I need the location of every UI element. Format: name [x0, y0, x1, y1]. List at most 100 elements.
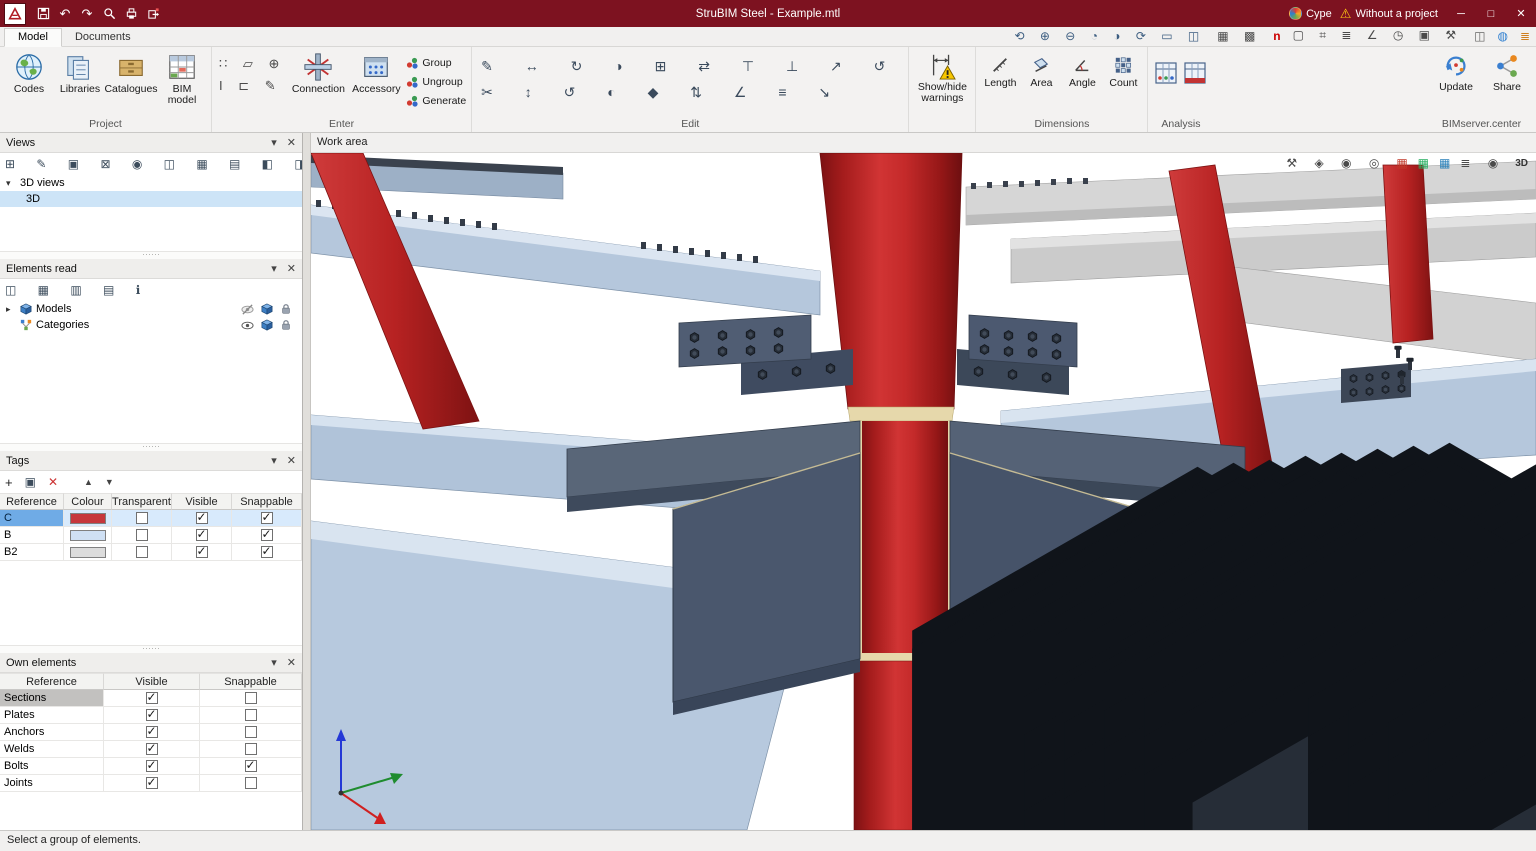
col-reference[interactable]: Reference: [0, 493, 64, 510]
analysis-results-button[interactable]: [1182, 60, 1208, 86]
show-hide-warnings-button[interactable]: Show/hide warnings: [914, 48, 970, 104]
edit-tools[interactable]: ✎ ↔ ↻ ◑ ⊞ ⇄ ⊤ ⊥ ↗ ↺ ✂ ↕ ↺ ◐ ◆ ⇅ ∠ ≡ ↘: [477, 48, 903, 101]
tab-model[interactable]: Model: [4, 28, 62, 47]
views-tree-root[interactable]: ▾ 3D views: [0, 175, 302, 191]
col-visible[interactable]: Visible: [104, 673, 200, 690]
views-collapse-icon[interactable]: ▾: [271, 136, 277, 149]
connection-button[interactable]: Connection: [290, 48, 346, 95]
col-reference[interactable]: Reference: [0, 673, 104, 690]
own-reference[interactable]: Plates: [0, 707, 104, 724]
section-tools-row1[interactable]: ∷ ▱ ⊕: [219, 56, 285, 72]
col-transparent[interactable]: Transparent: [112, 493, 172, 510]
col-snappable[interactable]: Snappable: [232, 493, 302, 510]
tab-documents[interactable]: Documents: [62, 29, 144, 46]
views-toolbar-icons[interactable]: ⊞ ✎ ▣ ⊠ ◉ ◫ ▦ ▤ ◧ ◨: [5, 157, 302, 171]
update-button[interactable]: Update: [1432, 48, 1480, 93]
codes-button[interactable]: Codes: [5, 48, 53, 95]
panel-splitter[interactable]: ⋯⋯: [0, 442, 302, 451]
own-reference[interactable]: Anchors: [0, 724, 104, 741]
colour-swatch[interactable]: [69, 512, 106, 524]
app-icon[interactable]: [4, 2, 26, 25]
lock-icon[interactable]: [280, 303, 292, 315]
share-button[interactable]: Share: [1483, 48, 1531, 93]
col-colour[interactable]: Colour: [64, 493, 112, 510]
annotation-tools-strip-b[interactable]: ▢ ⌗ ≣ ∠ ◷ ▣ ⚒: [1293, 28, 1462, 43]
3d-model-scene[interactable]: [311, 153, 1536, 830]
visibility-off-icon[interactable]: [241, 303, 254, 316]
own-row-sections[interactable]: Sections: [0, 690, 302, 707]
own-reference[interactable]: Welds: [0, 741, 104, 758]
tag-row-b2[interactable]: B2: [0, 544, 302, 561]
own-reference[interactable]: Bolts: [0, 758, 104, 775]
visible-checkbox[interactable]: [145, 758, 158, 772]
close-button[interactable]: ✕: [1506, 0, 1536, 27]
section-tools-row2[interactable]: I ⊏ ✎: [219, 78, 285, 94]
visible-checkbox[interactable]: [145, 724, 158, 738]
edit-tools-row2[interactable]: ✂ ↕ ↺ ◐ ◆ ⇅ ∠ ≡ ↘: [481, 84, 899, 101]
snappable-checkbox[interactable]: [244, 743, 257, 755]
own-reference[interactable]: Joints: [0, 775, 104, 792]
redo-button[interactable]: ↷: [77, 4, 97, 24]
move-down-button[interactable]: ▼: [105, 477, 114, 487]
visible-checkbox[interactable]: [145, 741, 158, 755]
tag-reference[interactable]: B2: [0, 544, 64, 561]
snappable-checkbox[interactable]: [244, 758, 257, 772]
cype-account-button[interactable]: Cype: [1289, 7, 1332, 20]
elements-row-categories[interactable]: Categories: [0, 317, 302, 333]
count-button[interactable]: Count: [1104, 48, 1142, 89]
project-status[interactable]: ⚠ Without a project: [1340, 6, 1438, 22]
window-layout-icon[interactable]: ◫: [1474, 29, 1485, 43]
navigation-tools-strip[interactable]: ⟲ ⊕ ⊖ ◔ ◑ ⟳ ▭ ◫: [1015, 29, 1206, 43]
panel-splitter[interactable]: ⋯⋯: [0, 644, 302, 653]
viewport-tools-a[interactable]: ⚒ ◈ ◉ ◎: [1286, 156, 1386, 170]
ungroup-button[interactable]: Ungroup: [406, 72, 466, 91]
tag-reference[interactable]: B: [0, 527, 64, 544]
catalogues-button[interactable]: Catalogues: [104, 48, 158, 95]
print-button[interactable]: [121, 4, 141, 24]
own-row-welds[interactable]: Welds: [0, 741, 302, 758]
transparent-checkbox[interactable]: [135, 546, 148, 558]
views-toolbar[interactable]: ⊞ ✎ ▣ ⊠ ◉ ◫ ▦ ▤ ◧ ◨: [0, 153, 302, 175]
tag-reference[interactable]: C: [0, 510, 64, 527]
own-row-bolts[interactable]: Bolts: [0, 758, 302, 775]
3d-view-icon[interactable]: 3D: [1515, 158, 1528, 169]
elements-toolbar-icons[interactable]: ◫ ▦ ▥ ▤ ℹ: [5, 283, 149, 297]
minimize-button[interactable]: ─: [1446, 0, 1476, 27]
own-collapse-icon[interactable]: ▾: [271, 656, 277, 669]
elements-close-icon[interactable]: ✕: [287, 262, 296, 275]
snappable-checkbox[interactable]: [244, 777, 257, 789]
snappable-checkbox[interactable]: [260, 510, 273, 524]
solid-view-icon[interactable]: [261, 319, 273, 331]
snappable-checkbox[interactable]: [244, 709, 257, 721]
red-table-icon[interactable]: ▦: [1396, 156, 1407, 170]
zoom-search-button[interactable]: [99, 4, 119, 24]
col-visible[interactable]: Visible: [172, 493, 232, 510]
accessory-button[interactable]: Accessory: [349, 48, 403, 95]
copy-tag-button[interactable]: ▣: [25, 475, 36, 489]
panel-gutter[interactable]: [303, 133, 311, 830]
navisworks-icon[interactable]: n: [1273, 29, 1280, 43]
visible-checkbox[interactable]: [145, 707, 158, 721]
chevron-down-icon[interactable]: ▾: [6, 178, 16, 189]
tag-row-c[interactable]: C: [0, 510, 302, 527]
snappable-checkbox[interactable]: [244, 726, 257, 738]
area-button[interactable]: Area: [1022, 48, 1060, 89]
delete-tag-button[interactable]: ✕: [48, 475, 58, 489]
length-button[interactable]: Length: [981, 48, 1019, 89]
view-item-3d[interactable]: 3D: [0, 191, 302, 207]
undo-button[interactable]: ↶: [55, 4, 75, 24]
elements-toolbar[interactable]: ◫ ▦ ▥ ▤ ℹ: [0, 279, 302, 301]
snappable-checkbox[interactable]: [260, 527, 273, 541]
visible-checkbox[interactable]: [145, 690, 158, 704]
viewport-tools-b[interactable]: ≣ ◉: [1460, 156, 1505, 170]
elements-row-models[interactable]: ▸ Models: [0, 301, 302, 317]
generate-button[interactable]: Generate: [406, 91, 466, 110]
tags-close-icon[interactable]: ✕: [287, 454, 296, 467]
col-snappable[interactable]: Snappable: [200, 673, 302, 690]
group-button[interactable]: Group: [406, 53, 466, 72]
edit-tools-row1[interactable]: ✎ ↔ ↻ ◑ ⊞ ⇄ ⊤ ⊥ ↗ ↺: [481, 58, 899, 75]
own-close-icon[interactable]: ✕: [287, 656, 296, 669]
colour-swatch[interactable]: [69, 546, 106, 558]
own-row-anchors[interactable]: Anchors: [0, 724, 302, 741]
visible-checkbox[interactable]: [195, 527, 208, 541]
